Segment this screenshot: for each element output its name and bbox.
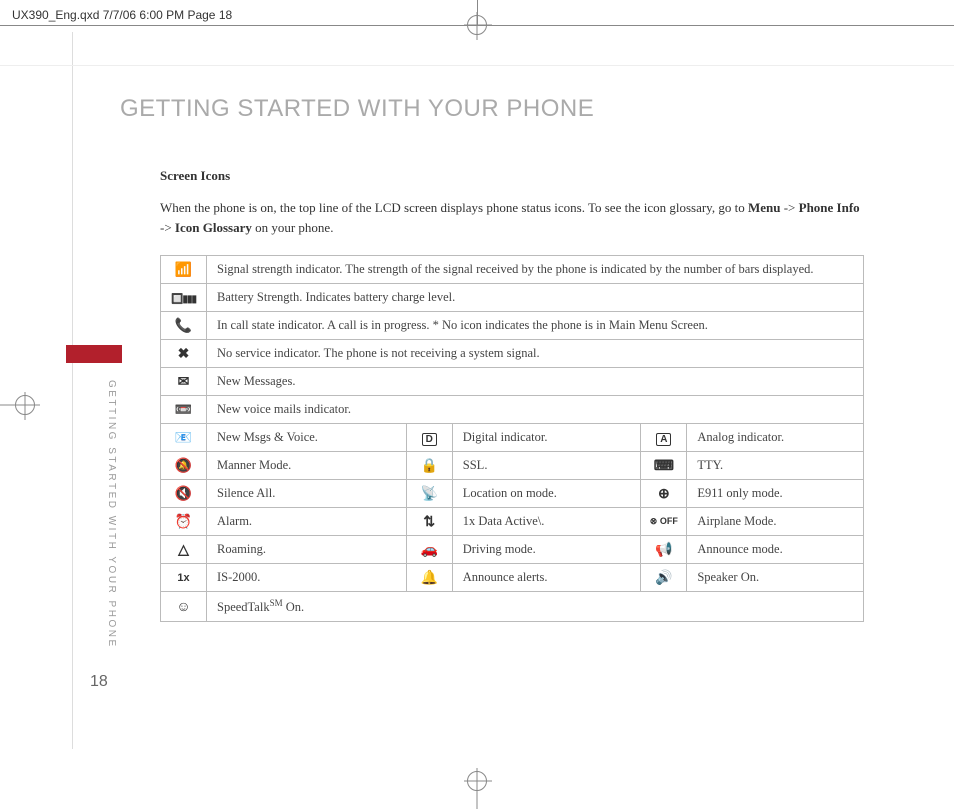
roaming-icon: △ (161, 536, 207, 564)
table-row: 📼 New voice mails indicator. (161, 396, 864, 424)
intro-arrow-1: -> (780, 200, 798, 215)
side-heading: GETTING STARTED WITH YOUR PHONE (106, 380, 117, 649)
speaker-on-icon: 🔊 (641, 564, 687, 592)
roaming-desc: Roaming. (207, 536, 407, 564)
airplane-mode-desc: Airplane Mode. (687, 508, 864, 536)
is2000-desc: IS-2000. (207, 564, 407, 592)
no-service-desc: No service indicator. The phone is not r… (207, 340, 864, 368)
registration-mark-bottom-icon (467, 771, 487, 791)
analog-icon: A (641, 424, 687, 452)
in-call-desc: In call state indicator. A call is in pr… (207, 312, 864, 340)
registration-mark-left-icon (15, 395, 35, 415)
table-row: 🔕 Manner Mode. 🔒 SSL. ⌨ TTY. (161, 452, 864, 480)
registration-mark-icon (467, 15, 487, 35)
silence-all-icon: 🔇 (161, 480, 207, 508)
trim-line-left (72, 32, 73, 749)
table-row: 📶 Signal strength indicator. The strengt… (161, 256, 864, 284)
announce-mode-desc: Announce mode. (687, 536, 864, 564)
intro-glossary-bold: Icon Glossary (175, 220, 252, 235)
alarm-desc: Alarm. (207, 508, 407, 536)
table-row: ✖ No service indicator. The phone is not… (161, 340, 864, 368)
announce-mode-icon: 📢 (641, 536, 687, 564)
speedtalk-icon: ☺ (161, 592, 207, 622)
table-row: ✉ New Messages. (161, 368, 864, 396)
signal-strength-desc: Signal strength indicator. The strength … (207, 256, 864, 284)
e911-icon: ⊕ (641, 480, 687, 508)
table-row: 📧 New Msgs & Voice. D Digital indicator.… (161, 424, 864, 452)
intro-paragraph: When the phone is on, the top line of th… (160, 198, 864, 237)
hairline-top (0, 65, 954, 66)
tty-icon: ⌨ (641, 452, 687, 480)
crop-mark-top (447, 0, 507, 25)
voicemail-desc: New voice mails indicator. (207, 396, 864, 424)
ssl-icon: 🔒 (406, 452, 452, 480)
analog-desc: Analog indicator. (687, 424, 864, 452)
alarm-icon: ⏰ (161, 508, 207, 536)
intro-post: on your phone. (252, 220, 334, 235)
announce-alerts-desc: Announce alerts. (452, 564, 641, 592)
intro-arrow-2: -> (160, 220, 175, 235)
manner-mode-desc: Manner Mode. (207, 452, 407, 480)
tty-desc: TTY. (687, 452, 864, 480)
announce-alerts-icon: 🔔 (406, 564, 452, 592)
speedtalk-desc: SpeedTalkSM On. (207, 592, 864, 622)
intro-menu-bold: Menu (748, 200, 781, 215)
location-on-desc: Location on mode. (452, 480, 641, 508)
battery-desc: Battery Strength. Indicates battery char… (207, 284, 864, 312)
page-content: GETTING STARTED WITH YOUR PHONE Screen I… (120, 95, 864, 622)
signal-strength-icon: 📶 (161, 256, 207, 284)
msgs-voice-icon: 📧 (161, 424, 207, 452)
data-active-icon: ⇅ (406, 508, 452, 536)
no-service-icon: ✖ (161, 340, 207, 368)
location-on-icon: 📡 (406, 480, 452, 508)
table-row: ☺ SpeedTalkSM On. (161, 592, 864, 622)
speaker-on-desc: Speaker On. (687, 564, 864, 592)
driving-mode-icon: 🚗 (406, 536, 452, 564)
battery-icon: 🔲▮▮▮ (161, 284, 207, 312)
section-title: Screen Icons (160, 168, 864, 184)
table-row: 🔇 Silence All. 📡 Location on mode. ⊕ E91… (161, 480, 864, 508)
icon-glossary-table: 📶 Signal strength indicator. The strengt… (160, 255, 864, 622)
table-row: 🔲▮▮▮ Battery Strength. Indicates battery… (161, 284, 864, 312)
new-messages-icon: ✉ (161, 368, 207, 396)
voicemail-icon: 📼 (161, 396, 207, 424)
in-call-icon: 📞 (161, 312, 207, 340)
crop-header-text: UX390_Eng.qxd 7/7/06 6:00 PM Page 18 (12, 8, 232, 22)
table-row: △ Roaming. 🚗 Driving mode. 📢 Announce mo… (161, 536, 864, 564)
is2000-icon: 1x (161, 564, 207, 592)
intro-phoneinfo-bold: Phone Info (799, 200, 860, 215)
digital-desc: Digital indicator. (452, 424, 641, 452)
new-messages-desc: New Messages. (207, 368, 864, 396)
intro-text: When the phone is on, the top line of th… (160, 200, 748, 215)
silence-all-desc: Silence All. (207, 480, 407, 508)
table-row: 1x IS-2000. 🔔 Announce alerts. 🔊 Speaker… (161, 564, 864, 592)
page-heading: GETTING STARTED WITH YOUR PHONE (120, 95, 864, 123)
data-active-desc: 1x Data Active\. (452, 508, 641, 536)
page-number: 18 (90, 673, 108, 691)
msgs-voice-desc: New Msgs & Voice. (207, 424, 407, 452)
section-tab (66, 345, 122, 363)
ssl-desc: SSL. (452, 452, 641, 480)
table-row: ⏰ Alarm. ⇅ 1x Data Active\. ⊗ OFF Airpla… (161, 508, 864, 536)
manner-mode-icon: 🔕 (161, 452, 207, 480)
driving-mode-desc: Driving mode. (452, 536, 641, 564)
e911-desc: E911 only mode. (687, 480, 864, 508)
table-row: 📞 In call state indicator. A call is in … (161, 312, 864, 340)
digital-icon: D (406, 424, 452, 452)
airplane-mode-icon: ⊗ OFF (641, 508, 687, 536)
